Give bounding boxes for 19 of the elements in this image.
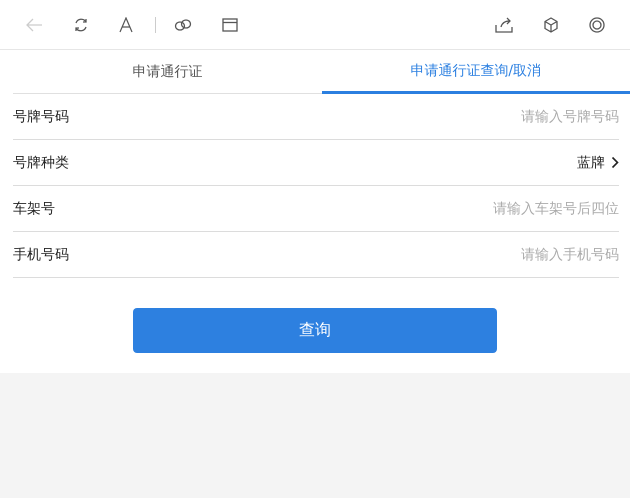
field-label: 车架号 — [13, 200, 55, 218]
target-icon[interactable] — [589, 16, 605, 32]
field-label: 号牌号码 — [13, 108, 69, 126]
tab[interactable]: 申请通行证查询/取消 — [322, 50, 630, 94]
share-icon[interactable] — [495, 16, 513, 32]
input-field[interactable]: 请输入号牌号码 — [69, 108, 619, 124]
input-field[interactable]: 请输入车架号后四位 — [55, 200, 619, 216]
select-value[interactable]: 蓝牌 — [577, 154, 605, 172]
input-field[interactable]: 请输入手机号码 — [69, 246, 619, 262]
field-label: 号牌种类 — [13, 154, 69, 172]
tab[interactable]: 申请通行证 — [13, 50, 322, 94]
field-label: 手机号码 — [13, 246, 69, 264]
refresh-icon[interactable] — [73, 16, 89, 32]
link-icon[interactable] — [174, 18, 192, 32]
window-icon[interactable] — [222, 18, 238, 32]
query-button[interactable]: 查询 — [133, 308, 497, 353]
chevron-icon[interactable] — [611, 156, 619, 169]
cube-icon[interactable] — [543, 16, 559, 32]
font-icon[interactable] — [119, 16, 133, 32]
